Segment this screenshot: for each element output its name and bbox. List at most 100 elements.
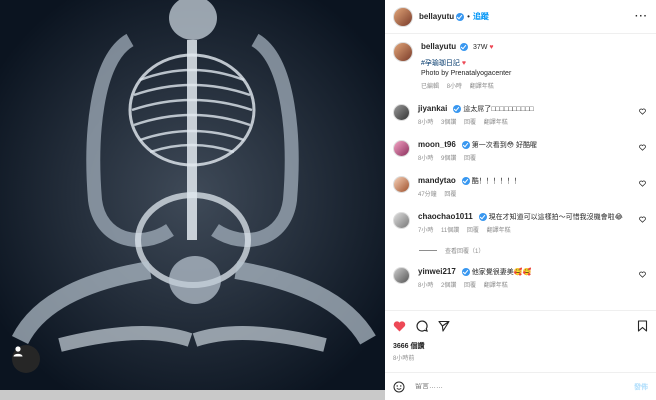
comment-likes[interactable]: 3個讚	[441, 120, 456, 126]
reply-button[interactable]: 回覆	[464, 283, 476, 289]
verified-badge-icon	[461, 177, 470, 186]
comment-time: 8小時	[418, 156, 434, 162]
replies-divider	[419, 250, 437, 251]
comment-body: jiyankai 這太屌了□□□□□□□□□□ 8小時 3個讚 回覆 翻譯年糕	[418, 104, 534, 128]
post-side-panel: bellayutu • 追蹤 ··· bellayutu 37W ♥ #孕瑜珈日…	[385, 0, 656, 400]
like-comment-heart-icon[interactable]	[639, 271, 646, 278]
comment-body: moon_t96 第一次看到😳 好酷喔 8小時 9個讚 回覆	[418, 140, 537, 164]
post-header: bellayutu • 追蹤 ···	[385, 0, 656, 34]
like-comment-heart-icon[interactable]	[639, 180, 646, 187]
xray-skeleton-illustration	[0, 0, 385, 390]
likes-count[interactable]: 3666 個讚	[393, 341, 425, 351]
separator-dot: •	[467, 12, 470, 21]
comment-time: 7小時	[418, 228, 434, 234]
save-bookmark-icon[interactable]	[637, 319, 648, 332]
comment-row: yinwei217 他家覺很妻美🥰🥰 8小時 2個讚 回覆 翻譯年糕	[393, 267, 648, 291]
caption-body: bellayutu 37W ♥ #孕瑜珈日記 ♥ Photo by Prenat…	[421, 42, 511, 92]
heart-emoji-icon: ♥	[489, 44, 494, 51]
comment-time: 8小時	[418, 283, 434, 289]
post-actions-bar	[385, 310, 656, 340]
view-replies-label: 查看回覆（1）	[445, 249, 485, 255]
post-time: 8小時前	[393, 356, 415, 362]
comment-body: mandytao 酷！！！！！！ 47分鐘 回覆	[418, 176, 521, 200]
comment-time: 47分鐘	[418, 192, 437, 198]
comments-list: bellayutu 37W ♥ #孕瑜珈日記 ♥ Photo by Prenat…	[385, 34, 656, 310]
edited-label: 已編輯	[421, 84, 440, 90]
caption-meta: 已編輯 8小時 翻譯年糕	[421, 82, 511, 92]
like-comment-heart-icon[interactable]	[639, 216, 646, 223]
caption-time-short: 37W	[473, 44, 488, 51]
avatar[interactable]	[393, 140, 410, 157]
post-image-xray-yoga[interactable]	[0, 0, 385, 390]
verified-badge-icon	[461, 268, 470, 277]
caption-hashtag[interactable]: #孕瑜珈日記	[421, 60, 460, 67]
translate-link[interactable]: 翻譯年糕	[484, 120, 508, 126]
verified-badge-icon	[456, 12, 465, 21]
comment-composer: 發佈	[385, 372, 656, 400]
view-replies-button[interactable]: 查看回覆（1）	[419, 246, 648, 255]
comment-row: mandytao 酷！！！！！！ 47分鐘 回覆	[393, 176, 648, 200]
translate-link[interactable]: 翻譯年糕	[484, 283, 508, 289]
avatar[interactable]	[393, 212, 410, 229]
heart-emoji-icon: ♥	[461, 60, 467, 67]
comment-row: moon_t96 第一次看到😳 好酷喔 8小時 9個讚 回覆	[393, 140, 648, 164]
reply-button[interactable]: 回覆	[444, 192, 456, 198]
caption-time: 8小時	[446, 84, 463, 90]
avatar[interactable]	[393, 267, 410, 284]
comment-text: 這太屌了	[463, 106, 492, 113]
comment-username[interactable]: jiyankai	[418, 104, 447, 113]
reply-button[interactable]: 回覆	[464, 120, 476, 126]
comment-meta: 47分鐘 回覆	[418, 190, 521, 200]
comment-time: 8小時	[418, 120, 434, 126]
tagged-users-button[interactable]	[12, 345, 40, 373]
comment-text: 第一次看到😳 好酷喔	[471, 142, 537, 149]
emoji-icon[interactable]	[393, 381, 405, 393]
caption-username[interactable]: bellayutu	[421, 42, 456, 51]
comment-text: 酷！！！！！！	[471, 178, 521, 185]
translate-link[interactable]: 翻譯年糕	[487, 228, 511, 234]
avatar[interactable]	[393, 176, 410, 193]
follow-button[interactable]: 追蹤	[473, 11, 489, 22]
caption-credit: Photo by Prenatalyogacenter	[421, 70, 512, 77]
user-icon	[13, 346, 23, 357]
share-icon[interactable]	[438, 320, 450, 332]
comment-username[interactable]: yinwei217	[418, 267, 456, 276]
comment-input[interactable]	[415, 383, 634, 390]
verified-badge-icon	[478, 213, 487, 222]
like-comment-heart-icon[interactable]	[639, 108, 646, 115]
comment-username[interactable]: mandytao	[418, 176, 456, 185]
comment-text: 現在才知道可以這樣拍～可惜我沒機會啦😂	[488, 214, 623, 221]
comment-icon[interactable]	[416, 319, 428, 332]
comment-row: jiyankai 這太屌了□□□□□□□□□□ 8小時 3個讚 回覆 翻譯年糕	[393, 104, 648, 128]
comment-likes[interactable]: 11個讚	[441, 228, 459, 234]
comment-meta: 8小時 9個讚 回覆	[418, 154, 537, 164]
translate-link[interactable]: 翻譯年糕	[470, 84, 494, 90]
avatar[interactable]	[393, 104, 410, 121]
like-heart-icon[interactable]	[393, 320, 406, 332]
comment-username[interactable]: chaochao1011	[418, 212, 473, 221]
like-comment-heart-icon[interactable]	[639, 144, 646, 151]
comment-likes[interactable]: 9個讚	[441, 156, 456, 162]
reply-button[interactable]: 回覆	[467, 228, 479, 234]
more-options-icon[interactable]: ···	[635, 11, 648, 22]
comment-body: chaochao1011 現在才知道可以這樣拍～可惜我沒機會啦😂 7小時 11個…	[418, 212, 623, 236]
post-comment-button[interactable]: 發佈	[634, 382, 648, 392]
avatar[interactable]	[393, 6, 413, 27]
reply-button[interactable]: 回覆	[464, 156, 476, 162]
post-username[interactable]: bellayutu	[419, 12, 454, 21]
comment-row: chaochao1011 現在才知道可以這樣拍～可惜我沒機會啦😂 7小時 11個…	[393, 212, 648, 236]
instagram-post-modal: bellayutu • 追蹤 ··· bellayutu 37W ♥ #孕瑜珈日…	[0, 0, 656, 400]
comment-username[interactable]: moon_t96	[418, 140, 456, 149]
verified-badge-icon	[453, 105, 462, 114]
comment-text-extra: □□□□□□□□□□	[491, 106, 534, 113]
comment-meta: 7小時 11個讚 回覆 翻譯年糕	[418, 226, 623, 236]
comment-likes[interactable]: 2個讚	[441, 283, 456, 289]
caption: bellayutu 37W ♥ #孕瑜珈日記 ♥ Photo by Prenat…	[393, 42, 648, 92]
verified-badge-icon	[461, 141, 470, 150]
comment-meta: 8小時 2個讚 回覆 翻譯年糕	[418, 281, 531, 291]
comment-body: yinwei217 他家覺很妻美🥰🥰 8小時 2個讚 回覆 翻譯年糕	[418, 267, 531, 291]
comment-meta: 8小時 3個讚 回覆 翻譯年糕	[418, 118, 534, 128]
avatar[interactable]	[393, 42, 413, 62]
comment-text: 他家覺很妻美🥰🥰	[471, 269, 532, 276]
verified-badge-icon	[460, 43, 469, 52]
